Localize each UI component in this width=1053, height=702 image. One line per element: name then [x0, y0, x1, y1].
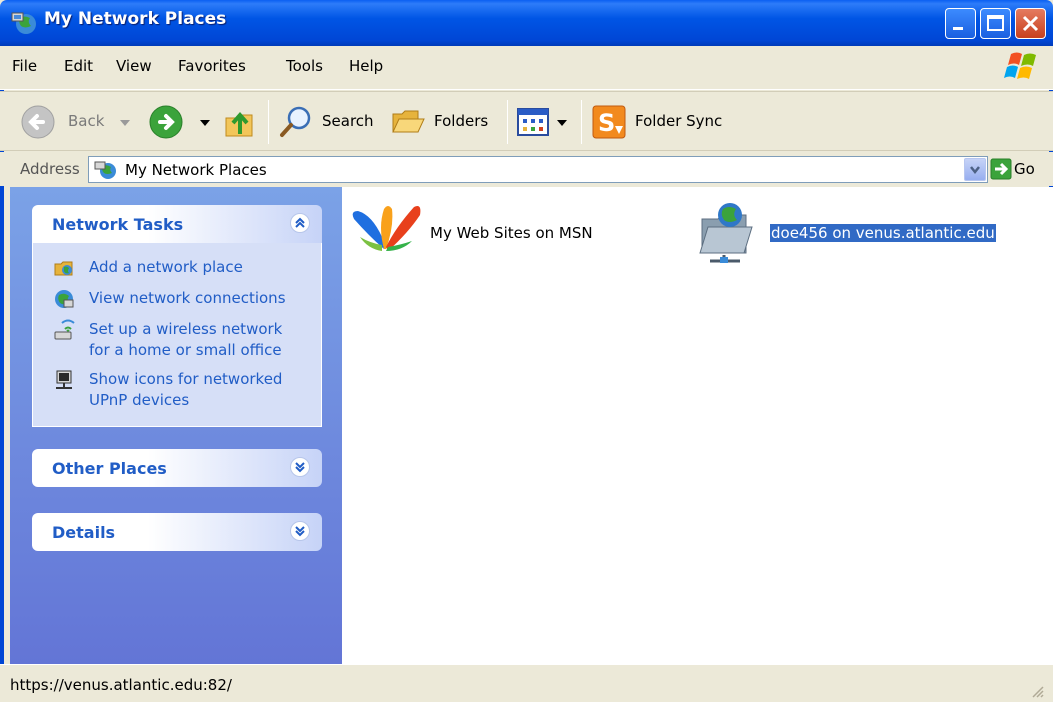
other-places-panel: Other Places: [32, 449, 322, 487]
status-bar: https://venus.atlantic.edu:82/: [0, 664, 1053, 702]
expand-button[interactable]: [290, 521, 310, 541]
list-item[interactable]: My Web Sites on MSN: [348, 197, 648, 267]
chevron-double-down-icon: [295, 526, 305, 537]
search-label: Search: [322, 112, 374, 130]
task-label: Show icons for networked: [89, 370, 283, 388]
menu-favorites[interactable]: Favorites: [178, 57, 246, 75]
standard-toolbar: Back Search Folders S Folder Sync: [0, 91, 1053, 151]
other-places-header[interactable]: Other Places: [32, 449, 322, 487]
forward-arrow-icon: [149, 105, 183, 139]
expand-button[interactable]: [290, 457, 310, 477]
network-places-icon: [94, 161, 116, 179]
item-label: doe456 on venus.atlantic.edu: [770, 224, 996, 242]
task-label: Add a network place: [89, 258, 243, 276]
task-view-network-connections[interactable]: View network connections: [53, 288, 313, 310]
network-tasks-title: Network Tasks: [52, 215, 184, 234]
details-panel: Details: [32, 513, 322, 551]
address-value: My Network Places: [125, 161, 267, 179]
task-label: View network connections: [89, 289, 286, 307]
folder-sync-label: Folder Sync: [635, 112, 723, 130]
chevron-down-icon: [970, 166, 980, 175]
menu-view[interactable]: View: [116, 57, 152, 75]
task-pane: Network Tasks Add a network place View n…: [10, 187, 342, 664]
go-label: Go: [1014, 160, 1035, 178]
forward-button[interactable]: [148, 104, 218, 140]
search-icon: [280, 106, 311, 137]
close-icon: [1022, 15, 1039, 32]
address-label: Address: [20, 160, 80, 178]
folders-label: Folders: [434, 112, 489, 130]
toolbar-separator: [507, 100, 508, 144]
back-arrow-icon: [21, 105, 55, 139]
task-add-network-place[interactable]: Add a network place: [53, 257, 313, 279]
toolbar-separator: [581, 100, 582, 144]
address-input[interactable]: My Network Places: [88, 156, 988, 183]
network-places-icon: [11, 12, 36, 34]
status-text: https://venus.atlantic.edu:82/: [10, 676, 232, 694]
windows-logo-icon: [1004, 52, 1036, 79]
menu-help[interactable]: Help: [349, 57, 383, 75]
menu-tools[interactable]: Tools: [286, 57, 323, 75]
file-list-view[interactable]: My Web Sites on MSN doe456 on venus.atla…: [342, 187, 1053, 664]
minimize-button[interactable]: [945, 8, 976, 39]
other-places-title: Other Places: [52, 459, 167, 478]
address-dropdown-button[interactable]: [964, 158, 986, 181]
network-connections-icon: [55, 290, 74, 308]
back-button[interactable]: Back: [20, 104, 132, 140]
resize-grip-icon[interactable]: [1029, 683, 1045, 699]
close-button[interactable]: [1015, 8, 1046, 39]
address-bar: Address My Network Places Go: [0, 152, 1053, 186]
details-title: Details: [52, 523, 116, 542]
add-network-place-icon: [54, 261, 73, 276]
details-header[interactable]: Details: [32, 513, 322, 551]
menu-bar: File Edit View Favorites Tools Help: [0, 46, 1053, 90]
menu-file[interactable]: File: [12, 57, 37, 75]
folders-button[interactable]: Folders: [390, 104, 500, 140]
views-icon: [517, 108, 549, 136]
list-item[interactable]: doe456 on venus.atlantic.edu: [696, 197, 1026, 267]
menu-edit[interactable]: Edit: [64, 57, 93, 75]
chevron-down-icon: [557, 120, 567, 126]
network-tasks-panel: Network Tasks Add a network place View n…: [32, 205, 322, 427]
back-label: Back: [68, 112, 105, 130]
task-setup-wireless-network[interactable]: Set up a wireless network for a home or …: [53, 319, 313, 363]
svg-text:S: S: [598, 109, 615, 137]
network-folder-icon: [699, 203, 753, 263]
task-label-line2: UPnP devices: [89, 391, 190, 409]
maximize-icon: [987, 15, 1004, 31]
task-label: Set up a wireless network: [89, 320, 283, 338]
chevron-double-up-icon: [295, 217, 305, 228]
network-tasks-header[interactable]: Network Tasks: [32, 205, 322, 243]
wireless-network-icon: [54, 319, 75, 340]
toolbar-separator: [268, 100, 269, 144]
search-button[interactable]: Search: [278, 104, 382, 140]
upnp-devices-icon: [56, 370, 72, 389]
chevron-double-down-icon: [295, 462, 305, 473]
task-show-upnp-devices[interactable]: Show icons for networked UPnP devices: [53, 369, 313, 413]
task-label-line2: for a home or small office: [89, 341, 282, 359]
title-bar[interactable]: My Network Places: [0, 0, 1053, 46]
window-title: My Network Places: [44, 9, 227, 29]
views-button[interactable]: [517, 106, 573, 138]
minimize-icon: [953, 27, 963, 30]
chevron-down-icon: [200, 120, 210, 126]
go-arrow-icon: [990, 158, 1012, 180]
chevron-down-icon: [120, 120, 130, 126]
up-folder-button[interactable]: [222, 104, 258, 140]
collapse-button[interactable]: [290, 213, 310, 233]
msn-butterfly-icon: [352, 206, 421, 251]
folder-sync-icon: S: [592, 105, 626, 139]
network-tasks-body: Add a network place View network connect…: [32, 243, 322, 427]
folders-icon: [392, 110, 425, 133]
item-label: My Web Sites on MSN: [430, 224, 593, 242]
explorer-window: My Network Places File Edit View Favorit…: [0, 0, 1053, 702]
maximize-button[interactable]: [980, 8, 1011, 39]
folder-sync-button[interactable]: S Folder Sync: [591, 104, 731, 140]
